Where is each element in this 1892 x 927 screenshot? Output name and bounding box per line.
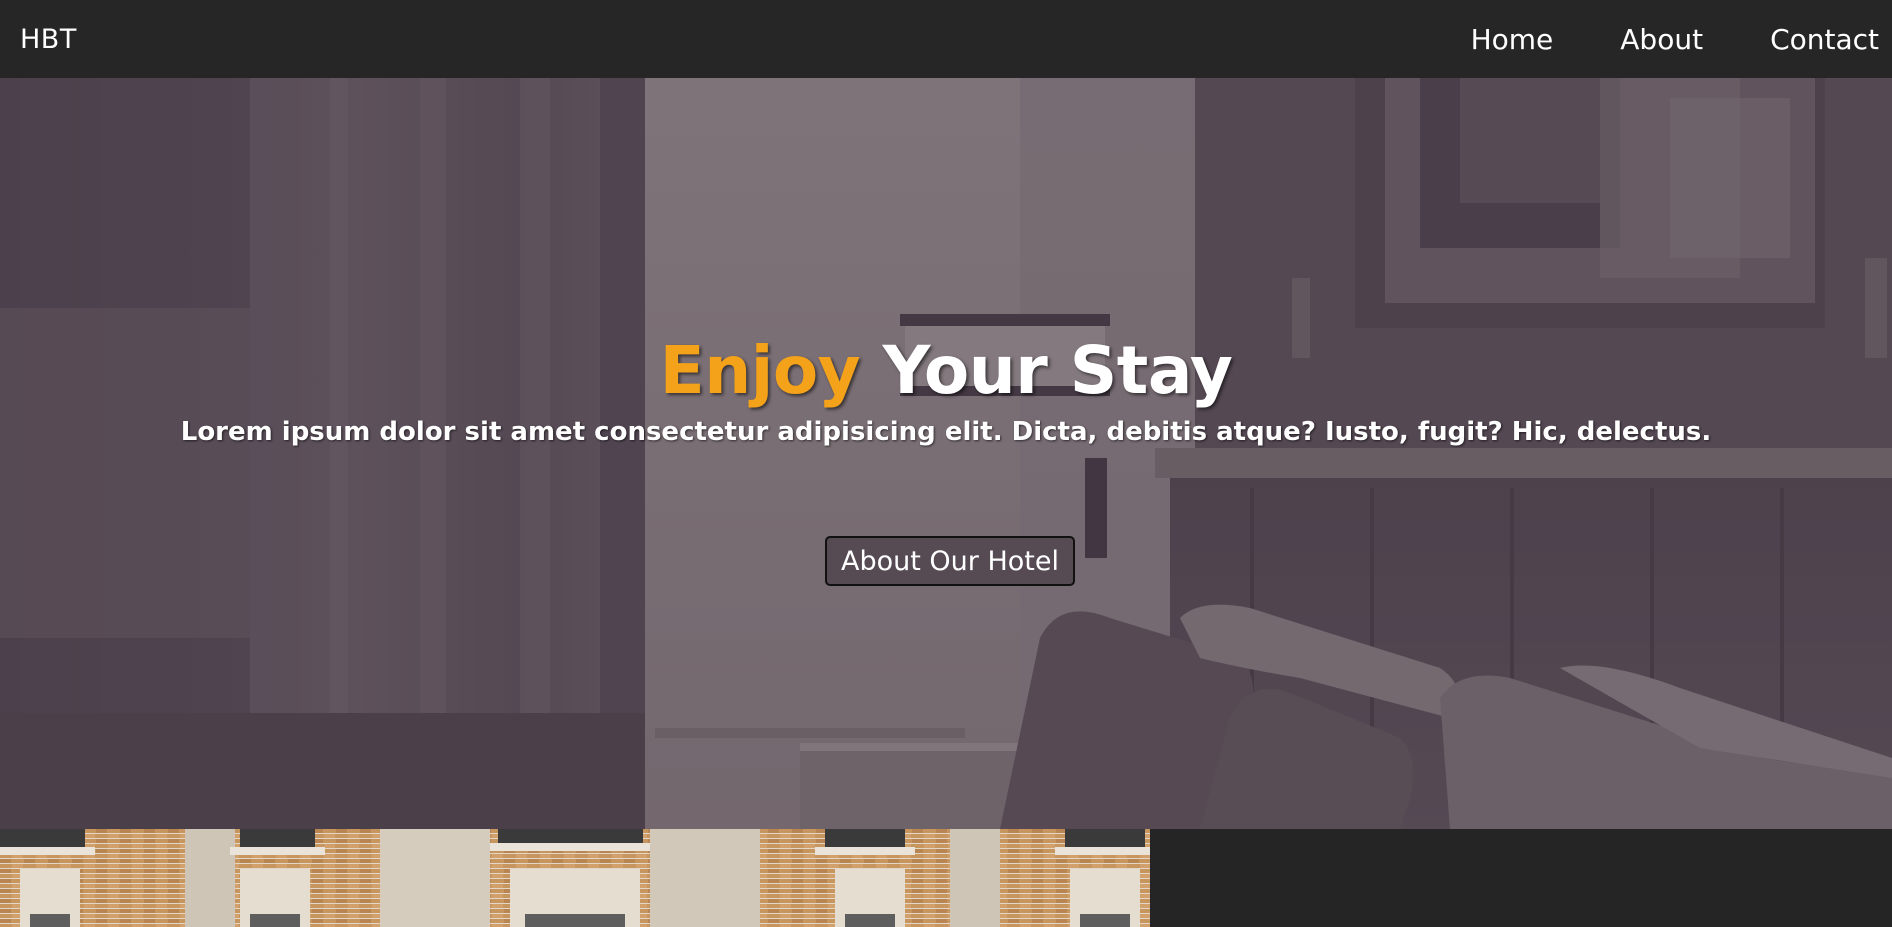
brand-logo[interactable]: HBT xyxy=(20,24,77,55)
nav-links: Home About Contact xyxy=(1404,23,1879,56)
hero-title-rest: Your Stay xyxy=(882,332,1233,409)
nav-link-contact[interactable]: Contact xyxy=(1770,23,1879,56)
nav-link-about[interactable]: About xyxy=(1620,23,1703,56)
hero-section: Enjoy Your Stay Lorem ipsum dolor sit am… xyxy=(0,78,1892,829)
navbar: HBT Home About Contact xyxy=(0,0,1892,78)
hero-title: Enjoy Your Stay xyxy=(0,332,1892,409)
hero-title-accent: Enjoy xyxy=(659,332,861,409)
page: HBT Home About Contact Enjoy Your Stay L… xyxy=(0,0,1892,927)
bottom-section xyxy=(0,829,1892,927)
building-facade-image xyxy=(0,829,1150,927)
hero-subtitle: Lorem ipsum dolor sit amet consectetur a… xyxy=(180,417,1712,447)
about-hotel-button[interactable]: About Our Hotel xyxy=(825,536,1075,586)
nav-link-home[interactable]: Home xyxy=(1471,23,1554,56)
hero-content: Enjoy Your Stay Lorem ipsum dolor sit am… xyxy=(0,78,1892,829)
